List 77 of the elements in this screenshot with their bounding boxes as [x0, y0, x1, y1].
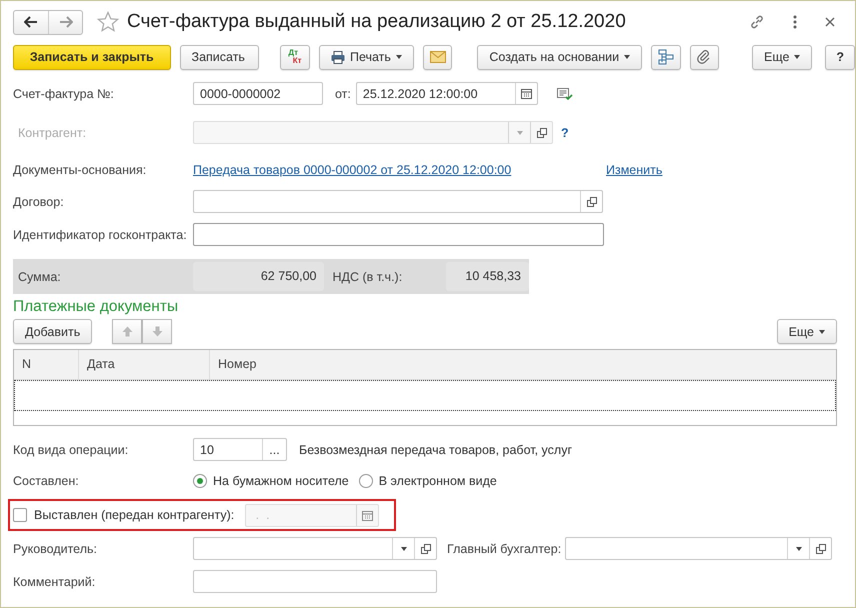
field-label: Руководитель:	[13, 542, 98, 556]
director-field[interactable]	[193, 537, 437, 560]
radio-button[interactable]	[358, 474, 373, 488]
field-label: Сумма:	[17, 270, 62, 284]
more-button[interactable]: Еще	[776, 319, 837, 344]
caret-icon	[796, 546, 802, 550]
radio-option[interactable]: На бумажном носителе	[193, 474, 349, 488]
close-icon[interactable]	[825, 17, 835, 27]
envelope-icon	[430, 51, 446, 63]
field-label: Счет-фактура №:	[13, 86, 115, 100]
change-link[interactable]: Изменить	[606, 162, 662, 176]
base-document-link[interactable]: Передача товаров 0000-000002 от 25.12.2020 12:00:00	[193, 162, 606, 176]
calendar-icon	[362, 510, 374, 520]
caret-icon	[794, 55, 800, 59]
open-icon	[816, 544, 826, 554]
field-label: от:	[335, 86, 351, 100]
operation-code-field[interactable]: 10 ...	[193, 438, 287, 461]
field-label: НДС (в т.ч.):	[332, 270, 404, 284]
document-check-icon[interactable]	[556, 86, 573, 100]
left-arrow-icon	[24, 16, 38, 28]
calendar-icon	[520, 88, 532, 99]
column-header[interactable]: Номер	[210, 350, 830, 379]
caret-icon	[516, 130, 522, 134]
star-icon[interactable]	[97, 11, 119, 33]
save-close-button[interactable]: Записать и закрыть	[13, 44, 171, 70]
print-button[interactable]: Печать	[318, 44, 414, 70]
field-label: Составлен:	[13, 474, 80, 488]
up-arrow-icon	[122, 326, 133, 337]
table-row[interactable]	[14, 380, 836, 411]
section-title: Платежные документы	[13, 298, 180, 316]
open-icon	[536, 128, 546, 138]
field-label: Идентификатор госконтракта:	[13, 228, 188, 242]
operation-description: Безвозмездная передача товаров, работ, услуг	[299, 442, 572, 456]
caret-icon	[624, 55, 630, 59]
caret-icon	[400, 546, 406, 550]
help-button[interactable]: ?	[825, 44, 855, 70]
hierarchy-icon	[658, 49, 674, 65]
checkbox-label[interactable]: Выставлен (передан контрагенту):	[34, 508, 234, 522]
open-icon	[586, 196, 596, 206]
field-label: Документы-основания:	[13, 162, 148, 176]
structure-button[interactable]	[651, 44, 681, 70]
column-header[interactable]: Дата	[79, 350, 210, 379]
field-label: Код вида операции:	[13, 442, 130, 456]
caret-icon	[819, 330, 825, 334]
field-label: Контрагент:	[17, 126, 88, 140]
checkbox[interactable]	[13, 508, 27, 522]
save-button[interactable]: Записать	[180, 44, 260, 70]
number-field[interactable]: 0000-0000002	[193, 82, 323, 105]
mail-button[interactable]	[422, 44, 452, 70]
comment-field[interactable]	[193, 570, 437, 593]
create-based-button[interactable]: Создать на основании	[477, 44, 642, 70]
more-icon[interactable]	[793, 15, 797, 29]
field-label: Главный бухгалтер:	[447, 542, 562, 556]
counterparty-field[interactable]	[193, 121, 553, 144]
column-header[interactable]: N	[14, 350, 79, 379]
more-button[interactable]: Еще	[752, 44, 812, 70]
sum-value: 62 750,00	[193, 262, 324, 291]
radio-option[interactable]: В электронном виде	[358, 474, 497, 488]
add-button[interactable]: Добавить	[13, 319, 92, 344]
printer-icon	[330, 50, 345, 64]
attach-button[interactable]	[690, 44, 720, 70]
accountant-field[interactable]	[565, 537, 832, 560]
field-label: Договор:	[13, 194, 65, 208]
gov-contract-field[interactable]	[193, 223, 604, 246]
paperclip-icon	[697, 50, 712, 64]
down-arrow-icon	[152, 326, 163, 337]
contract-field[interactable]	[193, 190, 603, 213]
right-arrow-icon	[58, 16, 72, 28]
caret-icon	[396, 55, 402, 59]
link-icon[interactable]	[749, 14, 765, 30]
open-icon	[420, 544, 430, 554]
vat-value: 10 458,33	[446, 262, 529, 291]
window-title: Счет-фактура выданный на реализацию 2 от 25.12.2020	[127, 11, 626, 33]
date-field[interactable]: 25.12.2020 12:00:00	[356, 82, 538, 105]
debit-credit-button[interactable]: Дт Кт	[280, 44, 310, 70]
field-label: Комментарий:	[13, 574, 96, 588]
radio-button[interactable]	[193, 474, 207, 488]
